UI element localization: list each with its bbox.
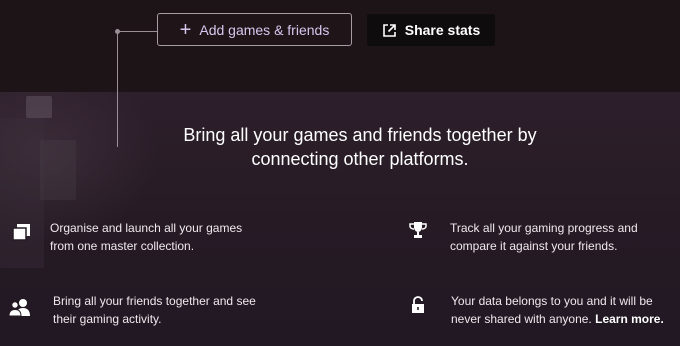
- background-game-art: [40, 140, 76, 200]
- share-icon: [382, 23, 396, 37]
- feature-games-line-1: Organise and launch all your games: [50, 221, 243, 235]
- trophy-icon: [409, 222, 427, 238]
- feature-progress-line-1: Track all your gaming progress and: [450, 221, 638, 235]
- friends-icon: [8, 299, 30, 316]
- share-stats-button[interactable]: Share stats: [367, 14, 495, 46]
- library-icon: [12, 224, 30, 241]
- learn-more-link[interactable]: Learn more.: [595, 312, 664, 326]
- connector-dot: [115, 29, 120, 34]
- feature-privacy-line-1: Your data belongs to you and it will be: [451, 294, 653, 308]
- feature-friends: Bring all your friends together and see …: [8, 292, 308, 332]
- feature-privacy-line-2-text: never shared with anyone.: [451, 312, 592, 326]
- headline-line-2: connecting other platforms.: [251, 149, 469, 169]
- feature-progress: Track all your gaming progress and compa…: [408, 219, 680, 259]
- feature-games-line-2: from one master collection.: [50, 239, 195, 253]
- feature-friends-line-2: their gaming activity.: [53, 312, 162, 326]
- feature-privacy: Your data belongs to you and it will be …: [410, 292, 680, 332]
- add-games-friends-label: Add games & friends: [199, 21, 330, 38]
- page-headline: Bring all your games and friends togethe…: [120, 123, 600, 171]
- feature-progress-line-2: compare it against your friends.: [450, 239, 618, 253]
- background-game-art: [26, 96, 52, 118]
- share-stats-label: Share stats: [404, 22, 481, 38]
- plus-icon: +: [179, 18, 192, 41]
- add-games-friends-button[interactable]: + Add games & friends: [157, 13, 352, 46]
- lock-icon: [412, 296, 424, 313]
- feature-friends-line-1: Bring all your friends together and see: [53, 294, 256, 308]
- feature-privacy-line-2: never shared with anyone. Learn more.: [451, 310, 680, 328]
- headline-line-1: Bring all your games and friends togethe…: [183, 125, 537, 145]
- feature-games: Organise and launch all your games from …: [12, 219, 312, 259]
